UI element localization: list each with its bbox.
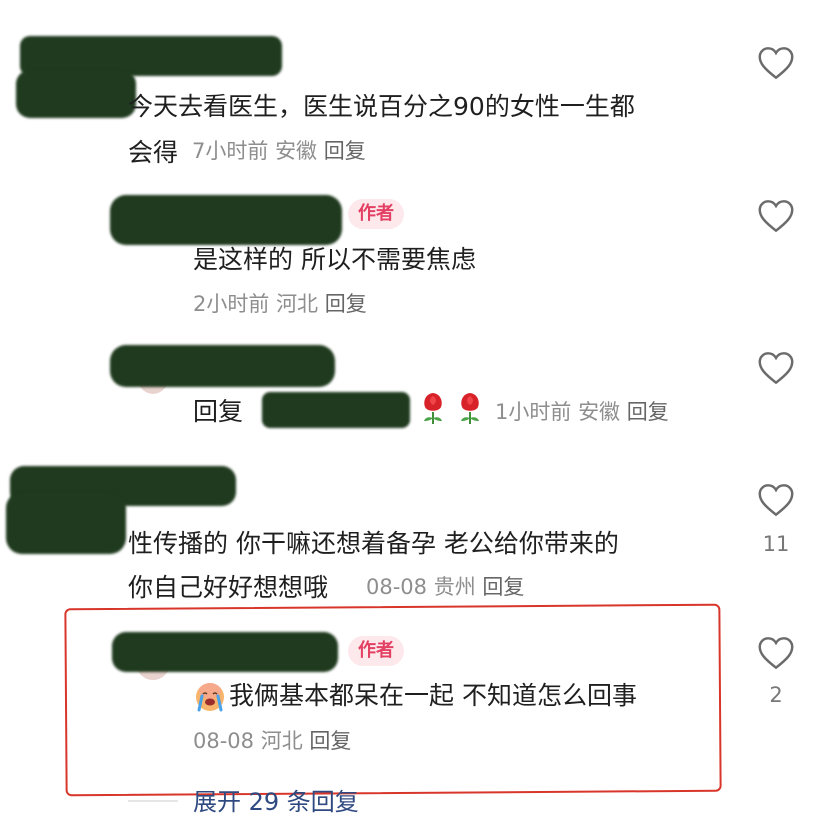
rose-emoji-icon bbox=[461, 393, 479, 424]
reply-meta: 1小时前 安徽 回复 bbox=[495, 402, 669, 423]
expand-divider bbox=[128, 800, 178, 802]
redacted-username bbox=[110, 195, 342, 245]
author-badge: 作者 bbox=[348, 199, 404, 229]
reply-button[interactable]: 回复 bbox=[309, 729, 351, 753]
comment-text-line1: 今天去看医生，医生说百分之90的女性一生都 bbox=[128, 92, 635, 121]
reply-text: 我俩基本都呆在一起 不知道怎么回事 bbox=[193, 680, 637, 714]
heart-outline-icon[interactable] bbox=[757, 351, 795, 385]
reply-text: 是这样的 所以不需要焦虑 bbox=[193, 245, 476, 274]
heart-outline-icon[interactable] bbox=[757, 199, 795, 233]
reply-meta: 08-08 河北 回复 bbox=[193, 731, 351, 752]
reply-time: 2小时前 bbox=[193, 292, 270, 316]
redacted-avatar bbox=[16, 70, 136, 118]
like-count: 2 bbox=[769, 683, 783, 707]
heart-outline-icon[interactable] bbox=[757, 636, 795, 670]
comment-text-line2: 会得 bbox=[128, 138, 179, 167]
comment-text-line1: 性传播的 你干嘛还想着备孕 老公给你带来的 bbox=[128, 529, 619, 558]
reply-location: 河北 bbox=[276, 292, 319, 316]
crying-face-emoji-icon bbox=[196, 683, 224, 712]
reply-location: 河北 bbox=[260, 729, 303, 753]
heart-outline-icon[interactable] bbox=[757, 46, 795, 80]
reply-location: 安徽 bbox=[578, 400, 621, 424]
comment-time: 7小时前 bbox=[192, 139, 269, 163]
reply-text-content: 我俩基本都呆在一起 不知道怎么回事 bbox=[229, 681, 637, 710]
reply-prefix: 回复 bbox=[193, 397, 244, 426]
comment-location: 安徽 bbox=[275, 139, 318, 163]
comment-meta: 08-08 贵州 回复 bbox=[366, 577, 524, 598]
reply-meta: 2小时前 河北 回复 bbox=[193, 294, 367, 315]
comment-meta: 7小时前 安徽 回复 bbox=[192, 141, 366, 162]
comment-text-line2: 你自己好好想想哦 bbox=[128, 573, 329, 602]
reply-time: 1小时前 bbox=[495, 400, 572, 424]
redacted-username bbox=[110, 345, 335, 387]
reply-button[interactable]: 回复 bbox=[324, 139, 366, 163]
reply-time: 08-08 bbox=[193, 729, 255, 753]
comment-location: 贵州 bbox=[433, 575, 476, 599]
like-count: 11 bbox=[762, 532, 790, 556]
author-badge: 作者 bbox=[348, 636, 404, 666]
rose-emoji-icon bbox=[424, 393, 442, 424]
redacted-avatar bbox=[6, 492, 126, 554]
reply-button[interactable]: 回复 bbox=[482, 575, 524, 599]
reply-button[interactable]: 回复 bbox=[325, 292, 367, 316]
comment-time: 08-08 bbox=[366, 575, 428, 599]
redacted-username bbox=[112, 632, 338, 672]
heart-outline-icon[interactable] bbox=[757, 483, 795, 517]
reply-button[interactable]: 回复 bbox=[627, 400, 669, 424]
redacted-mention bbox=[262, 392, 410, 428]
expand-replies-button[interactable]: 展开 29 条回复 bbox=[193, 782, 359, 817]
